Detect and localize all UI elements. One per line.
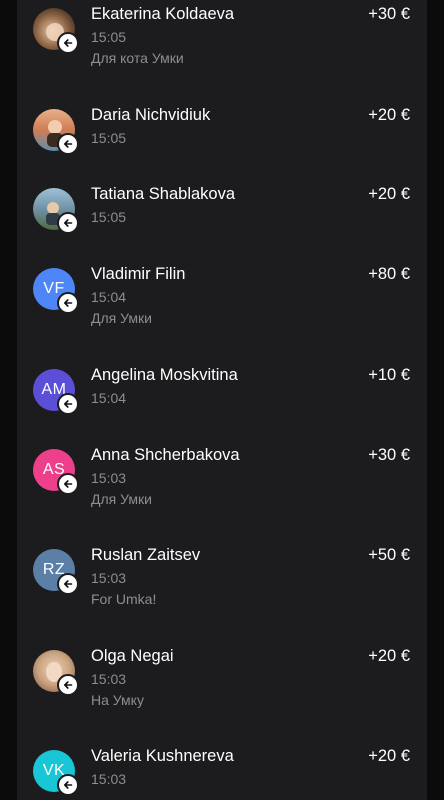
sender-name: Anna Shcherbakova [91,446,240,464]
transaction-time: 15:05 [91,130,127,146]
transactions-screen: Ekaterina Koldaeva 15:05 Для кота Умки +30 … [0,0,444,800]
transaction-time: 15:03 [91,671,127,687]
arrow-left-icon [57,32,79,54]
transaction-row[interactable]: RZ Ruslan Zaitsev 15:03 For Umka! +50 € [17,533,427,613]
sender-name: Olga Negai [91,647,174,665]
transaction-row[interactable]: AM Angelina Moskvitina 15:04 +10 € [17,353,427,433]
sender-name: Angelina Moskvitina [91,366,238,384]
transaction-note: На Умку [91,692,144,708]
avatar [33,188,79,234]
transaction-amount: +50 € [368,546,410,564]
transaction-amount: +30 € [368,5,410,23]
transaction-amount: +20 € [368,747,410,765]
transaction-time: 15:05 [91,29,127,45]
avatar [33,8,79,54]
transaction-row[interactable]: Daria Nichvidiuk 15:05 +20 € [17,93,427,173]
avatar [33,109,79,155]
transaction-row[interactable]: Olga Negai 15:03 На Умку +20 € [17,634,427,714]
transaction-amount: +80 € [368,265,410,283]
arrow-left-icon [57,674,79,696]
transaction-time: 15:04 [91,289,127,305]
sender-name: Tatiana Shablakova [91,185,236,203]
transaction-row[interactable]: VK Valeria Kushnereva 15:03 +20 € [17,734,427,800]
avatar [33,650,79,696]
transaction-amount: +20 € [368,647,410,665]
sender-name: Ruslan Zaitsev [91,546,201,564]
transaction-amount: +20 € [368,106,410,124]
transaction-row[interactable]: Ekaterina Koldaeva 15:05 Для кота Умки +30 … [17,0,427,72]
avatar: VK [33,750,79,796]
transaction-amount: +20 € [368,185,410,203]
transaction-time: 15:03 [91,570,127,586]
avatar: RZ [33,549,79,595]
transaction-note: Для Умки [91,491,152,507]
sender-name: Ekaterina Koldaeva [91,5,235,23]
avatar: VF [33,268,79,314]
transaction-note: For Umka! [91,591,157,607]
arrow-left-icon [57,133,79,155]
transaction-time: 15:03 [91,470,127,486]
sender-name: Vladimir Filin [91,265,186,283]
transaction-time: 15:05 [91,209,127,225]
transaction-note: Для Умки [91,310,152,326]
sender-name: Valeria Kushnereva [91,747,234,765]
arrow-left-icon [57,393,79,415]
arrow-left-icon [57,212,79,234]
avatar: AS [33,449,79,495]
transaction-time: 15:04 [91,390,127,406]
transaction-row[interactable]: Tatiana Shablakova 15:05 +20 € [17,172,427,252]
arrow-left-icon [57,573,79,595]
transaction-amount: +10 € [368,366,410,384]
transaction-row[interactable]: AS Anna Shcherbakova 15:03 Для Умки +30 € [17,433,427,513]
transaction-row[interactable]: VF Vladimir Filin 15:04 Для Умки +80 € [17,252,427,332]
sender-name: Daria Nichvidiuk [91,106,211,124]
transaction-time: 15:03 [91,771,127,787]
arrow-left-icon [57,473,79,495]
transaction-note: Для кота Умки [91,50,184,66]
arrow-left-icon [57,292,79,314]
transaction-amount: +30 € [368,446,410,464]
avatar: AM [33,369,79,415]
arrow-left-icon [57,774,79,796]
